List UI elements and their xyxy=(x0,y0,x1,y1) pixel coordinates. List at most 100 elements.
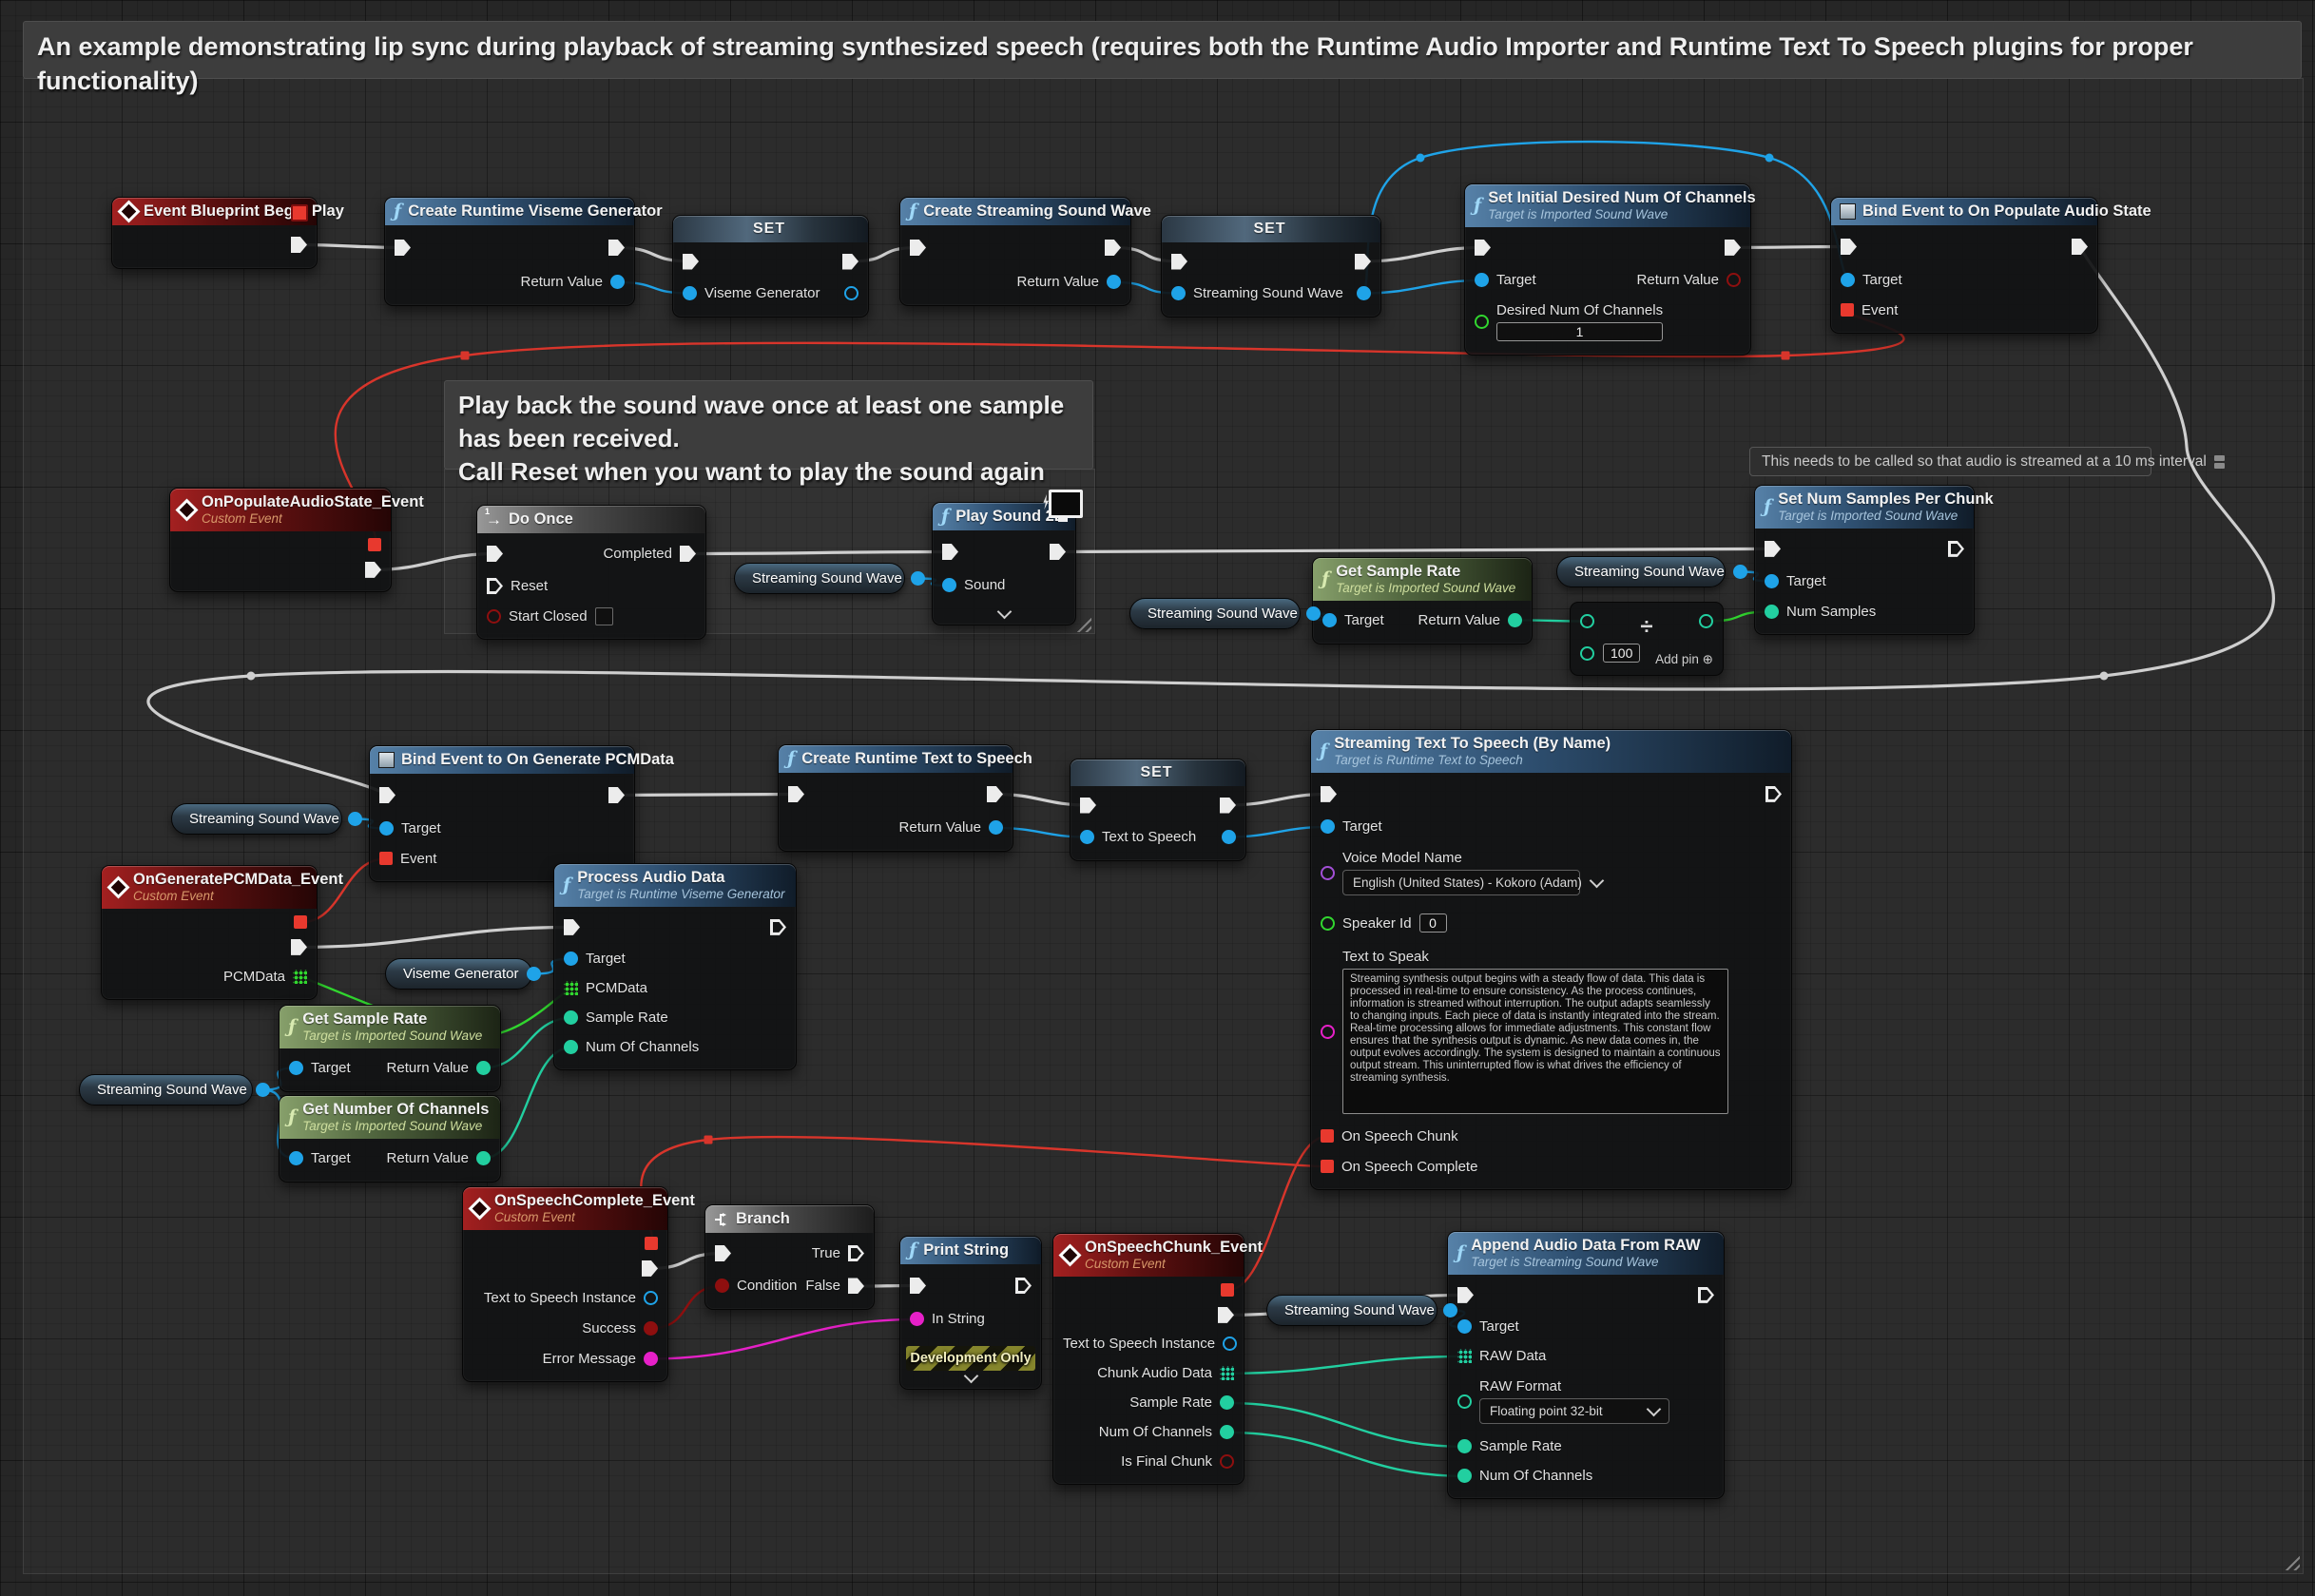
bindgen-node[interactable]: Bind Event to On Generate PCMDataTargetE… xyxy=(369,745,635,882)
pill1-pin-pin[interactable] xyxy=(911,571,925,586)
bindgen-target-pin[interactable] xyxy=(379,821,394,836)
onchunk-isfinal-pin[interactable] xyxy=(1220,1454,1234,1469)
snspc-in-exec-pin[interactable] xyxy=(1765,541,1781,557)
branch-true-exec-pin[interactable] xyxy=(848,1245,864,1261)
stts-in-exec-pin[interactable] xyxy=(1321,786,1337,802)
bindpop-out-exec-pin[interactable] xyxy=(2072,239,2088,255)
play2d-out-exec-pin[interactable] xyxy=(1050,544,1066,560)
cssw-header[interactable]: ƒCreate Streaming Sound Wave xyxy=(900,198,1130,225)
onchunk-header[interactable]: OnSpeechChunk_EventCustom Event xyxy=(1053,1234,1244,1277)
proc-header[interactable]: ƒProcess Audio DataTarget is Runtime Vis… xyxy=(554,864,796,907)
pill6-pin-pin[interactable] xyxy=(1443,1303,1457,1317)
setvg-header[interactable]: SET xyxy=(673,216,868,242)
pill3-pin-pin[interactable] xyxy=(1733,565,1747,579)
div1-out-pin[interactable] xyxy=(1699,614,1713,628)
cttss-node[interactable]: ƒCreate Runtime Text to SpeechReturn Val… xyxy=(778,744,1013,852)
div1-in2-pin[interactable] xyxy=(1580,646,1594,661)
gsr1-target-pin[interactable] xyxy=(1322,613,1337,627)
note-bubble[interactable]: This needs to be called so that audio is… xyxy=(1749,447,2151,476)
doonce-header[interactable]: 1→Do Once xyxy=(477,506,705,533)
ongen-node[interactable]: OnGeneratePCMData_EventCustom EventPCMDa… xyxy=(101,865,318,1000)
settts-valout-pin[interactable] xyxy=(1222,830,1236,844)
cvg-header[interactable]: ƒCreate Runtime Viseme Generator xyxy=(385,198,634,225)
settts-out-exec-pin[interactable] xyxy=(1220,798,1236,814)
oncomp-delegate-delegate-pin[interactable] xyxy=(645,1237,658,1250)
append-node[interactable]: ƒAppend Audio Data From RAWTarget is Str… xyxy=(1447,1231,1725,1499)
bp-delegate-pin-icon[interactable] xyxy=(291,204,308,221)
note-pin-icon[interactable] xyxy=(2214,455,2225,469)
cvg-out-exec-pin[interactable] xyxy=(608,240,625,256)
onpop-delegate-delegate-pin[interactable] xyxy=(368,538,381,551)
sidnc-out-exec-pin[interactable] xyxy=(1725,240,1741,256)
proc-numchannels-pin[interactable] xyxy=(564,1040,578,1054)
doonce-reset-exec-pin[interactable] xyxy=(487,578,503,594)
gsr2-rv-pin[interactable] xyxy=(476,1061,491,1075)
prints-node[interactable]: ƒPrint StringIn StringDevelopment Only xyxy=(899,1236,1042,1390)
branch-condition-pin[interactable] xyxy=(715,1279,729,1293)
proc-node[interactable]: ƒProcess Audio DataTarget is Runtime Vis… xyxy=(553,863,797,1070)
cssw-in-exec-pin[interactable] xyxy=(910,240,926,256)
oncomp-out-exec-pin[interactable] xyxy=(642,1260,658,1277)
pill6-variable-pill[interactable]: Streaming Sound Wave xyxy=(1266,1295,1437,1326)
onpop-out-exec-pin[interactable] xyxy=(365,562,381,578)
oncomp-success-pin[interactable] xyxy=(644,1321,658,1336)
append-numchannels-pin[interactable] xyxy=(1457,1469,1472,1483)
settts-header[interactable]: SET xyxy=(1071,760,1245,786)
proc-in-exec-pin[interactable] xyxy=(564,919,580,935)
gsr1-rv-pin[interactable] xyxy=(1508,613,1522,627)
sidnc-header[interactable]: ƒSet Initial Desired Num Of ChannelsTarg… xyxy=(1465,184,1750,227)
divide-value-box[interactable]: 100 xyxy=(1603,644,1640,663)
setssw-node[interactable]: SETStreaming Sound Wave xyxy=(1161,215,1381,317)
settts-in-exec-pin[interactable] xyxy=(1080,798,1096,814)
onchunk-ttsinstance-pin[interactable] xyxy=(1223,1336,1237,1351)
setssw-valout-pin[interactable] xyxy=(1357,286,1371,300)
oncomp-ttsinstance-pin[interactable] xyxy=(644,1291,658,1305)
ongen-header[interactable]: OnGeneratePCMData_EventCustom Event xyxy=(102,866,317,909)
cttss-header[interactable]: ƒCreate Runtime Text to Speech xyxy=(779,745,1013,773)
prints-out-exec-pin[interactable] xyxy=(1015,1278,1032,1294)
sidnc-in-exec-pin[interactable] xyxy=(1475,240,1491,256)
divide-node[interactable]: 100÷Add pin ⊕ xyxy=(1570,602,1724,676)
append-rawformat-pin[interactable] xyxy=(1457,1394,1472,1409)
cttss-rv-pin[interactable] xyxy=(989,820,1003,835)
pill4-pin-pin[interactable] xyxy=(348,812,362,826)
cttss-in-exec-pin[interactable] xyxy=(788,786,804,802)
onpop-node[interactable]: OnPopulateAudioState_EventCustom Event xyxy=(169,488,392,592)
bp-out-exec-pin[interactable] xyxy=(291,237,307,253)
onchunk-node[interactable]: OnSpeechChunk_EventCustom EventText to S… xyxy=(1052,1233,1244,1485)
play2d-sound-pin[interactable] xyxy=(942,578,956,592)
stts-text-pin[interactable] xyxy=(1321,1025,1335,1039)
snspc-out-exec-pin[interactable] xyxy=(1948,541,1964,557)
bindgen-event-delegate-pin[interactable] xyxy=(379,852,393,865)
proc-pcmdata-array-pin[interactable] xyxy=(564,981,578,995)
stts-voice-dropdown[interactable]: English (United States) - Kokoro (Adam) xyxy=(1342,870,1580,895)
doonce-startclosed-pin[interactable] xyxy=(487,609,501,624)
onchunk-out-exec-pin[interactable] xyxy=(1218,1307,1234,1323)
branch-in-exec-pin[interactable] xyxy=(715,1245,731,1261)
chevron-expand-icon[interactable] xyxy=(963,1369,978,1384)
stts-header[interactable]: ƒStreaming Text To Speech (By Name)Targe… xyxy=(1311,730,1791,773)
blueprint-graph-canvas[interactable]: An example demonstrating lip sync during… xyxy=(0,0,2315,1596)
gsr2-node[interactable]: ƒGet Sample RateTarget is Imported Sound… xyxy=(279,1005,501,1092)
bindgen-header[interactable]: Bind Event to On Generate PCMData xyxy=(370,746,634,774)
gnc-target-pin[interactable] xyxy=(289,1151,303,1165)
settts-node[interactable]: SETText to Speech xyxy=(1070,759,1246,861)
pill1-variable-pill[interactable]: Streaming Sound Wave xyxy=(734,563,905,594)
stts-node[interactable]: ƒStreaming Text To Speech (By Name)Targe… xyxy=(1310,729,1792,1190)
gnc-node[interactable]: ƒGet Number Of ChannelsTarget is Importe… xyxy=(279,1095,501,1183)
cvg-rv-pin[interactable] xyxy=(610,275,625,289)
append-rawdata-array-pin[interactable] xyxy=(1457,1349,1472,1363)
doonce-in-exec-pin[interactable] xyxy=(487,546,503,562)
stts-oncomplete-delegate-pin[interactable] xyxy=(1321,1160,1334,1173)
cttss-out-exec-pin[interactable] xyxy=(987,786,1003,802)
snspc-node[interactable]: ƒSet Num Samples Per ChunkTarget is Impo… xyxy=(1754,485,1975,635)
bindgen-in-exec-pin[interactable] xyxy=(379,787,395,803)
oncomp-header[interactable]: OnSpeechComplete_EventCustom Event xyxy=(463,1187,667,1230)
ongen-delegate-delegate-pin[interactable] xyxy=(294,915,307,929)
pill5-variable-pill[interactable]: Streaming Sound Wave xyxy=(79,1074,253,1106)
sidnc-target-pin[interactable] xyxy=(1475,273,1489,287)
sidnc-node[interactable]: ƒSet Initial Desired Num Of ChannelsTarg… xyxy=(1464,183,1751,356)
bindgen-out-exec-pin[interactable] xyxy=(608,787,625,803)
stts-speaker-pin[interactable] xyxy=(1321,916,1335,931)
append-samplerate-pin[interactable] xyxy=(1457,1439,1472,1453)
